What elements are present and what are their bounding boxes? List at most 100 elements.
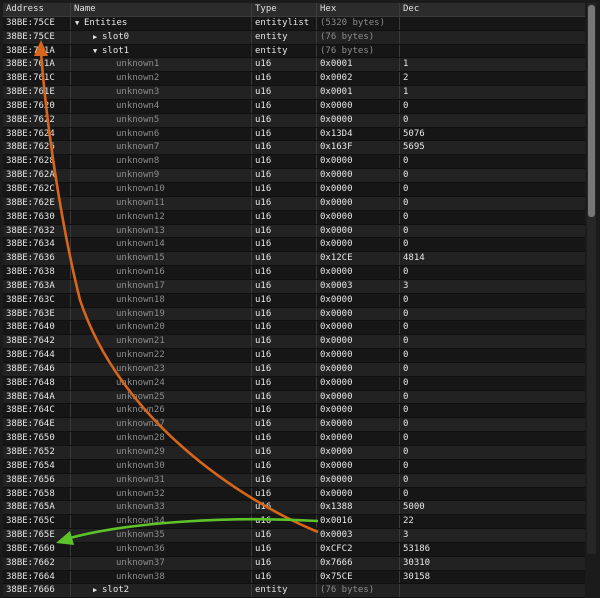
cell-address: 38BE:761A: [6, 59, 55, 70]
column-header-hex[interactable]: Hex: [316, 3, 399, 16]
table-row[interactable]: 38BE:7660 unknown36 u16 0xCFC2 53186: [3, 542, 585, 557]
table-row[interactable]: 38BE:763C unknown18 u16 0x0000 0: [3, 293, 585, 308]
cell-name: unknown26: [70, 404, 251, 418]
cell-address: 38BE:7654: [6, 460, 55, 471]
table-row[interactable]: 38BE:763E unknown19 u16 0x0000 0: [3, 307, 585, 322]
cell-name: unknown27: [70, 418, 251, 432]
cell-name: ▼ Entities: [70, 16, 251, 30]
table-row[interactable]: 38BE:7664 unknown38 u16 0x75CE 30158: [3, 570, 585, 585]
cell-hex: 0x0000: [316, 99, 399, 113]
table-row[interactable]: 38BE:7622 unknown5 u16 0x0000 0: [3, 113, 585, 128]
table-row[interactable]: 38BE:7624 unknown6 u16 0x13D4 5076: [3, 127, 585, 142]
cell-type: u16: [251, 293, 316, 307]
column-header-name[interactable]: Name: [70, 3, 251, 16]
cell-address: 38BE:7630: [6, 211, 55, 222]
cell-dec: 0: [399, 321, 585, 335]
column-header-dec[interactable]: Dec: [399, 3, 585, 16]
row-name-label: unknown9: [116, 170, 160, 181]
cell-name: unknown6: [70, 127, 251, 141]
table-row[interactable]: 38BE:7628 unknown8 u16 0x0000 0: [3, 155, 585, 170]
cell-type: u16: [251, 266, 316, 279]
table-row[interactable]: 38BE:7650 unknown28 u16 0x0000 0: [3, 432, 585, 446]
vertical-scrollbar[interactable]: [587, 3, 596, 554]
cell-type: u16: [251, 224, 316, 238]
cell-address: 38BE:7642: [6, 336, 55, 347]
cell-hex: 0x0000: [316, 266, 399, 279]
table-row[interactable]: 38BE:764C unknown26 u16 0x0000 0: [3, 404, 585, 419]
cell-address: 38BE:761E: [6, 87, 55, 98]
table-row[interactable]: 38BE:7626 unknown7 u16 0x163F 5695: [3, 141, 585, 156]
table-row[interactable]: 38BE:7630 unknown12 u16 0x0000 0: [3, 210, 585, 225]
table-row[interactable]: 38BE:765E unknown35 u16 0x0003 3: [3, 529, 585, 543]
cell-dec: [399, 44, 585, 58]
table-row[interactable]: 38BE:7662 unknown37 u16 0x7666 30310: [3, 556, 585, 571]
cell-type: u16: [251, 487, 316, 501]
column-header-type[interactable]: Type: [251, 3, 316, 16]
table-row[interactable]: 38BE:7642 unknown21 u16 0x0000 0: [3, 335, 585, 350]
table-row[interactable]: 38BE:75CE ▶ slot0 entity (76 bytes): [3, 30, 585, 45]
memory-struct-table: Address Name Type Hex Dec 38BE:75CE ▼ Enti…: [3, 3, 585, 598]
table-row[interactable]: 38BE:763A unknown17 u16 0x0003 3: [3, 279, 585, 294]
table-row[interactable]: 38BE:7620 unknown4 u16 0x0000 0: [3, 99, 585, 114]
cell-type: u16: [251, 155, 316, 169]
table-row[interactable]: 38BE:764E unknown27 u16 0x0000 0: [3, 418, 585, 433]
table-row[interactable]: 38BE:762A unknown9 u16 0x0000 0: [3, 169, 585, 183]
cell-type: u16: [251, 459, 316, 473]
row-name-label: unknown3: [116, 87, 160, 98]
cell-type: entity: [251, 30, 316, 44]
table-row[interactable]: 38BE:7636 unknown15 u16 0x12CE 4814: [3, 252, 585, 267]
cell-type: u16: [251, 446, 316, 459]
table-row[interactable]: 38BE:765A unknown33 u16 0x1388 5000: [3, 501, 585, 516]
cell-hex: 0x0000: [316, 182, 399, 196]
table-row[interactable]: 38BE:7666 ▶ slot2 entity (76 bytes): [3, 584, 585, 598]
cell-type: u16: [251, 501, 316, 515]
table-row[interactable]: 38BE:75CE ▼ Entities entitylist (5320 bytes): [3, 16, 585, 31]
table-row[interactable]: 38BE:764A unknown25 u16 0x0000 0: [3, 390, 585, 405]
cell-type: u16: [251, 86, 316, 99]
table-row[interactable]: 38BE:765C unknown34 u16 0x0016 22: [3, 515, 585, 530]
table-row[interactable]: 38BE:7646 unknown23 u16 0x0000 0: [3, 362, 585, 377]
table-row[interactable]: 38BE:7654 unknown30 u16 0x0000 0: [3, 459, 585, 474]
table-row[interactable]: 38BE:761C unknown2 u16 0x0002 2: [3, 72, 585, 87]
table-row[interactable]: 38BE:7648 unknown24 u16 0x0000 0: [3, 376, 585, 391]
cell-hex: 0x0000: [316, 224, 399, 238]
cell-type: u16: [251, 58, 316, 72]
cell-hex: 0x13D4: [316, 127, 399, 141]
cell-name: unknown13: [70, 224, 251, 238]
cell-type: u16: [251, 169, 316, 182]
cell-dec: 0: [399, 376, 585, 390]
triangle-right-icon[interactable]: ▶: [93, 584, 102, 597]
row-name-label: unknown4: [116, 100, 160, 111]
table-row[interactable]: 38BE:7644 unknown22 u16 0x0000 0: [3, 349, 585, 363]
cell-type: u16: [251, 556, 316, 570]
table-row[interactable]: 38BE:762C unknown10 u16 0x0000 0: [3, 182, 585, 197]
triangle-right-icon[interactable]: ▶: [93, 31, 102, 44]
table-row[interactable]: 38BE:7656 unknown31 u16 0x0000 0: [3, 473, 585, 488]
cell-dec: 0: [399, 155, 585, 169]
row-name-label: unknown24: [116, 377, 165, 388]
table-row[interactable]: 38BE:761A unknown1 u16 0x0001 1: [3, 58, 585, 73]
table-row[interactable]: 38BE:7634 unknown14 u16 0x0000 0: [3, 238, 585, 253]
table-row[interactable]: 38BE:7632 unknown13 u16 0x0000 0: [3, 224, 585, 239]
table-row[interactable]: 38BE:761E unknown3 u16 0x0001 1: [3, 86, 585, 100]
triangle-down-icon[interactable]: ▼: [93, 45, 102, 58]
row-name-label: unknown20: [116, 322, 165, 333]
table-row[interactable]: 38BE:7652 unknown29 u16 0x0000 0: [3, 446, 585, 460]
cell-type: u16: [251, 362, 316, 376]
scrollbar-thumb[interactable]: [588, 5, 595, 217]
cell-dec: 0: [399, 99, 585, 113]
cell-hex: 0x0000: [316, 390, 399, 404]
cell-hex: 0x0000: [316, 473, 399, 487]
table-row[interactable]: 38BE:761A ▼ slot1 entity (76 bytes): [3, 44, 585, 59]
cell-name: unknown38: [70, 570, 251, 584]
cell-dec: 0: [399, 182, 585, 196]
table-row[interactable]: 38BE:7658 unknown32 u16 0x0000 0: [3, 487, 585, 502]
triangle-down-icon[interactable]: ▼: [75, 17, 84, 30]
cell-dec: 0: [399, 390, 585, 404]
cell-hex: 0x0000: [316, 487, 399, 501]
table-row[interactable]: 38BE:762E unknown11 u16 0x0000 0: [3, 196, 585, 211]
table-row[interactable]: 38BE:7638 unknown16 u16 0x0000 0: [3, 266, 585, 280]
column-header-address[interactable]: Address: [3, 3, 70, 16]
table-row[interactable]: 38BE:7640 unknown20 u16 0x0000 0: [3, 321, 585, 336]
cell-dec: 0: [399, 335, 585, 349]
